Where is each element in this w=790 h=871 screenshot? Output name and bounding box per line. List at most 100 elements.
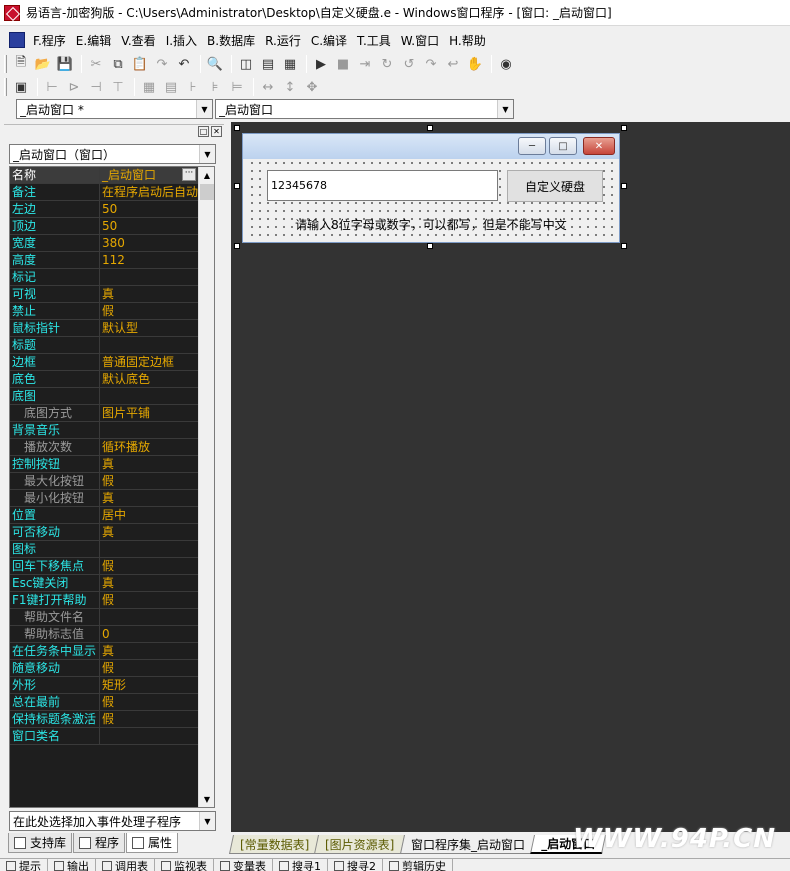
layout2-icon[interactable]: ▤: [258, 54, 278, 74]
property-value[interactable]: 默认底色: [100, 371, 214, 387]
property-value[interactable]: 假: [100, 303, 214, 319]
property-value[interactable]: _启动窗口: [100, 167, 214, 183]
property-value[interactable]: 假: [100, 660, 214, 676]
same-height-icon[interactable]: ↕: [280, 77, 300, 97]
property-value[interactable]: [100, 269, 214, 285]
property-value[interactable]: [100, 728, 214, 744]
property-value[interactable]: 112: [100, 252, 214, 268]
window-selector-combo[interactable]: _启动窗口 * ▼: [16, 99, 213, 119]
status-tab-search2[interactable]: 搜寻2: [328, 859, 383, 871]
menu-app-icon[interactable]: [9, 32, 25, 48]
property-value[interactable]: 50: [100, 201, 214, 217]
property-value[interactable]: 普通固定边框: [100, 354, 214, 370]
property-row[interactable]: 回车下移焦点假: [10, 558, 214, 575]
tab-properties[interactable]: 属性: [126, 833, 179, 853]
property-value[interactable]: [100, 541, 214, 557]
property-value[interactable]: 矩形: [100, 677, 214, 693]
resize-handle[interactable]: [427, 243, 433, 249]
property-row[interactable]: 帮助标志值 0: [10, 626, 214, 643]
resize-handle[interactable]: [621, 243, 627, 249]
property-value[interactable]: 循环播放: [100, 439, 214, 455]
step3-icon[interactable]: ↺: [399, 54, 419, 74]
stop-icon[interactable]: ■: [333, 54, 353, 74]
property-row[interactable]: 窗口类名: [10, 728, 214, 745]
scroll-thumb[interactable]: [200, 184, 214, 200]
ellipsis-button[interactable]: ···: [182, 168, 196, 181]
property-row[interactable]: F1键打开帮助假: [10, 592, 214, 609]
status-tab-output[interactable]: 输出: [48, 859, 96, 871]
tab-constant-table[interactable]: [常量数据表]: [228, 835, 321, 854]
form-client-area[interactable]: 12345678 自定义硬盘 请输入8位字母或数字，可以都写，但是不能写中文: [248, 159, 614, 238]
property-value[interactable]: 默认型: [100, 320, 214, 336]
step2-icon[interactable]: ↻: [377, 54, 397, 74]
toolbar-grip[interactable]: [4, 78, 7, 96]
panel-restore-icon[interactable]: □: [198, 126, 209, 137]
property-row[interactable]: 可视真: [10, 286, 214, 303]
status-tab-clip-history[interactable]: 剪辑历史: [383, 859, 453, 871]
property-value[interactable]: 真: [100, 575, 214, 591]
menu-tools[interactable]: T.工具: [353, 32, 397, 49]
save-icon[interactable]: 💾: [55, 54, 75, 74]
space-h-icon[interactable]: ⊦: [183, 77, 203, 97]
property-value[interactable]: 380: [100, 235, 214, 251]
chevron-down-icon[interactable]: ▼: [199, 145, 215, 163]
property-row[interactable]: 播放次数 循环播放: [10, 439, 214, 456]
property-row[interactable]: 在任务条中显示真: [10, 643, 214, 660]
property-row[interactable]: 边框 普通固定边框: [10, 354, 214, 371]
layout1-icon[interactable]: ◫: [236, 54, 256, 74]
resize-handle[interactable]: [234, 183, 240, 189]
property-object-combo[interactable]: _启动窗口（窗口） ▼: [9, 144, 216, 164]
property-value[interactable]: 假: [100, 694, 214, 710]
binoculars-icon[interactable]: ◉: [496, 54, 516, 74]
tab-window-assembly[interactable]: 窗口程序集_启动窗口: [399, 835, 536, 854]
space-v-icon[interactable]: ⊧: [205, 77, 225, 97]
property-row[interactable]: 随意移动假: [10, 660, 214, 677]
property-value[interactable]: [100, 422, 214, 438]
property-row[interactable]: 标题: [10, 337, 214, 354]
property-value[interactable]: 假: [100, 558, 214, 574]
property-value[interactable]: [100, 337, 214, 353]
menu-program[interactable]: F.程序: [29, 32, 72, 49]
center-h-icon[interactable]: ▦: [139, 77, 159, 97]
form-icon[interactable]: ▣: [11, 77, 31, 97]
status-tab-hint[interactable]: 提示: [0, 859, 48, 871]
property-row[interactable]: 名称 _启动窗口 ···: [10, 167, 214, 184]
resize-handle[interactable]: [234, 243, 240, 249]
layout3-icon[interactable]: ▦: [280, 54, 300, 74]
property-row[interactable]: 底图方式 图片平铺: [10, 405, 214, 422]
redo-icon[interactable]: ↷: [152, 54, 172, 74]
resize-handle[interactable]: [234, 125, 240, 131]
object-selector-combo[interactable]: _启动窗口 ▼: [215, 99, 514, 119]
minimize-icon[interactable]: ─: [518, 137, 546, 155]
property-row[interactable]: 底图: [10, 388, 214, 405]
property-value[interactable]: 真: [100, 643, 214, 659]
tab-support-library[interactable]: 支持库: [8, 833, 73, 853]
property-row[interactable]: 保持标题条激活假: [10, 711, 214, 728]
menu-run[interactable]: R.运行: [261, 32, 307, 49]
property-value[interactable]: [100, 609, 214, 625]
open-folder-icon[interactable]: 📂: [33, 54, 53, 74]
property-row[interactable]: 底色 默认底色: [10, 371, 214, 388]
menu-view[interactable]: V.查看: [117, 32, 161, 49]
same-width-icon[interactable]: ↔: [258, 77, 278, 97]
align-center-icon[interactable]: ⊳: [64, 77, 84, 97]
scroll-up-icon[interactable]: ▲: [199, 167, 215, 183]
property-row[interactable]: 最大化按钮假: [10, 473, 214, 490]
property-row[interactable]: 禁止假: [10, 303, 214, 320]
copy-icon[interactable]: ⧉: [108, 54, 128, 74]
property-row[interactable]: 最小化按钮真: [10, 490, 214, 507]
step5-icon[interactable]: ↩: [443, 54, 463, 74]
design-form-window[interactable]: ─ □ ✕ 12345678 自定义硬盘 请输入8位字母或数字，可以都写，但是不…: [242, 133, 620, 243]
property-row[interactable]: 标记: [10, 269, 214, 286]
property-value[interactable]: 假: [100, 473, 214, 489]
property-value[interactable]: 图片平铺: [100, 405, 214, 421]
property-row[interactable]: 左边 50: [10, 201, 214, 218]
event-handler-combo[interactable]: 在此处选择加入事件处理子程序 ▼: [9, 811, 216, 831]
center-v-icon[interactable]: ▤: [161, 77, 181, 97]
step1-icon[interactable]: ⇥: [355, 54, 375, 74]
chevron-down-icon[interactable]: ▼: [199, 812, 215, 830]
panel-close-icon[interactable]: ✕: [211, 126, 222, 137]
property-row[interactable]: 位置 居中: [10, 507, 214, 524]
form-title-bar[interactable]: ─ □ ✕: [243, 134, 619, 159]
property-row[interactable]: 可否移动真: [10, 524, 214, 541]
